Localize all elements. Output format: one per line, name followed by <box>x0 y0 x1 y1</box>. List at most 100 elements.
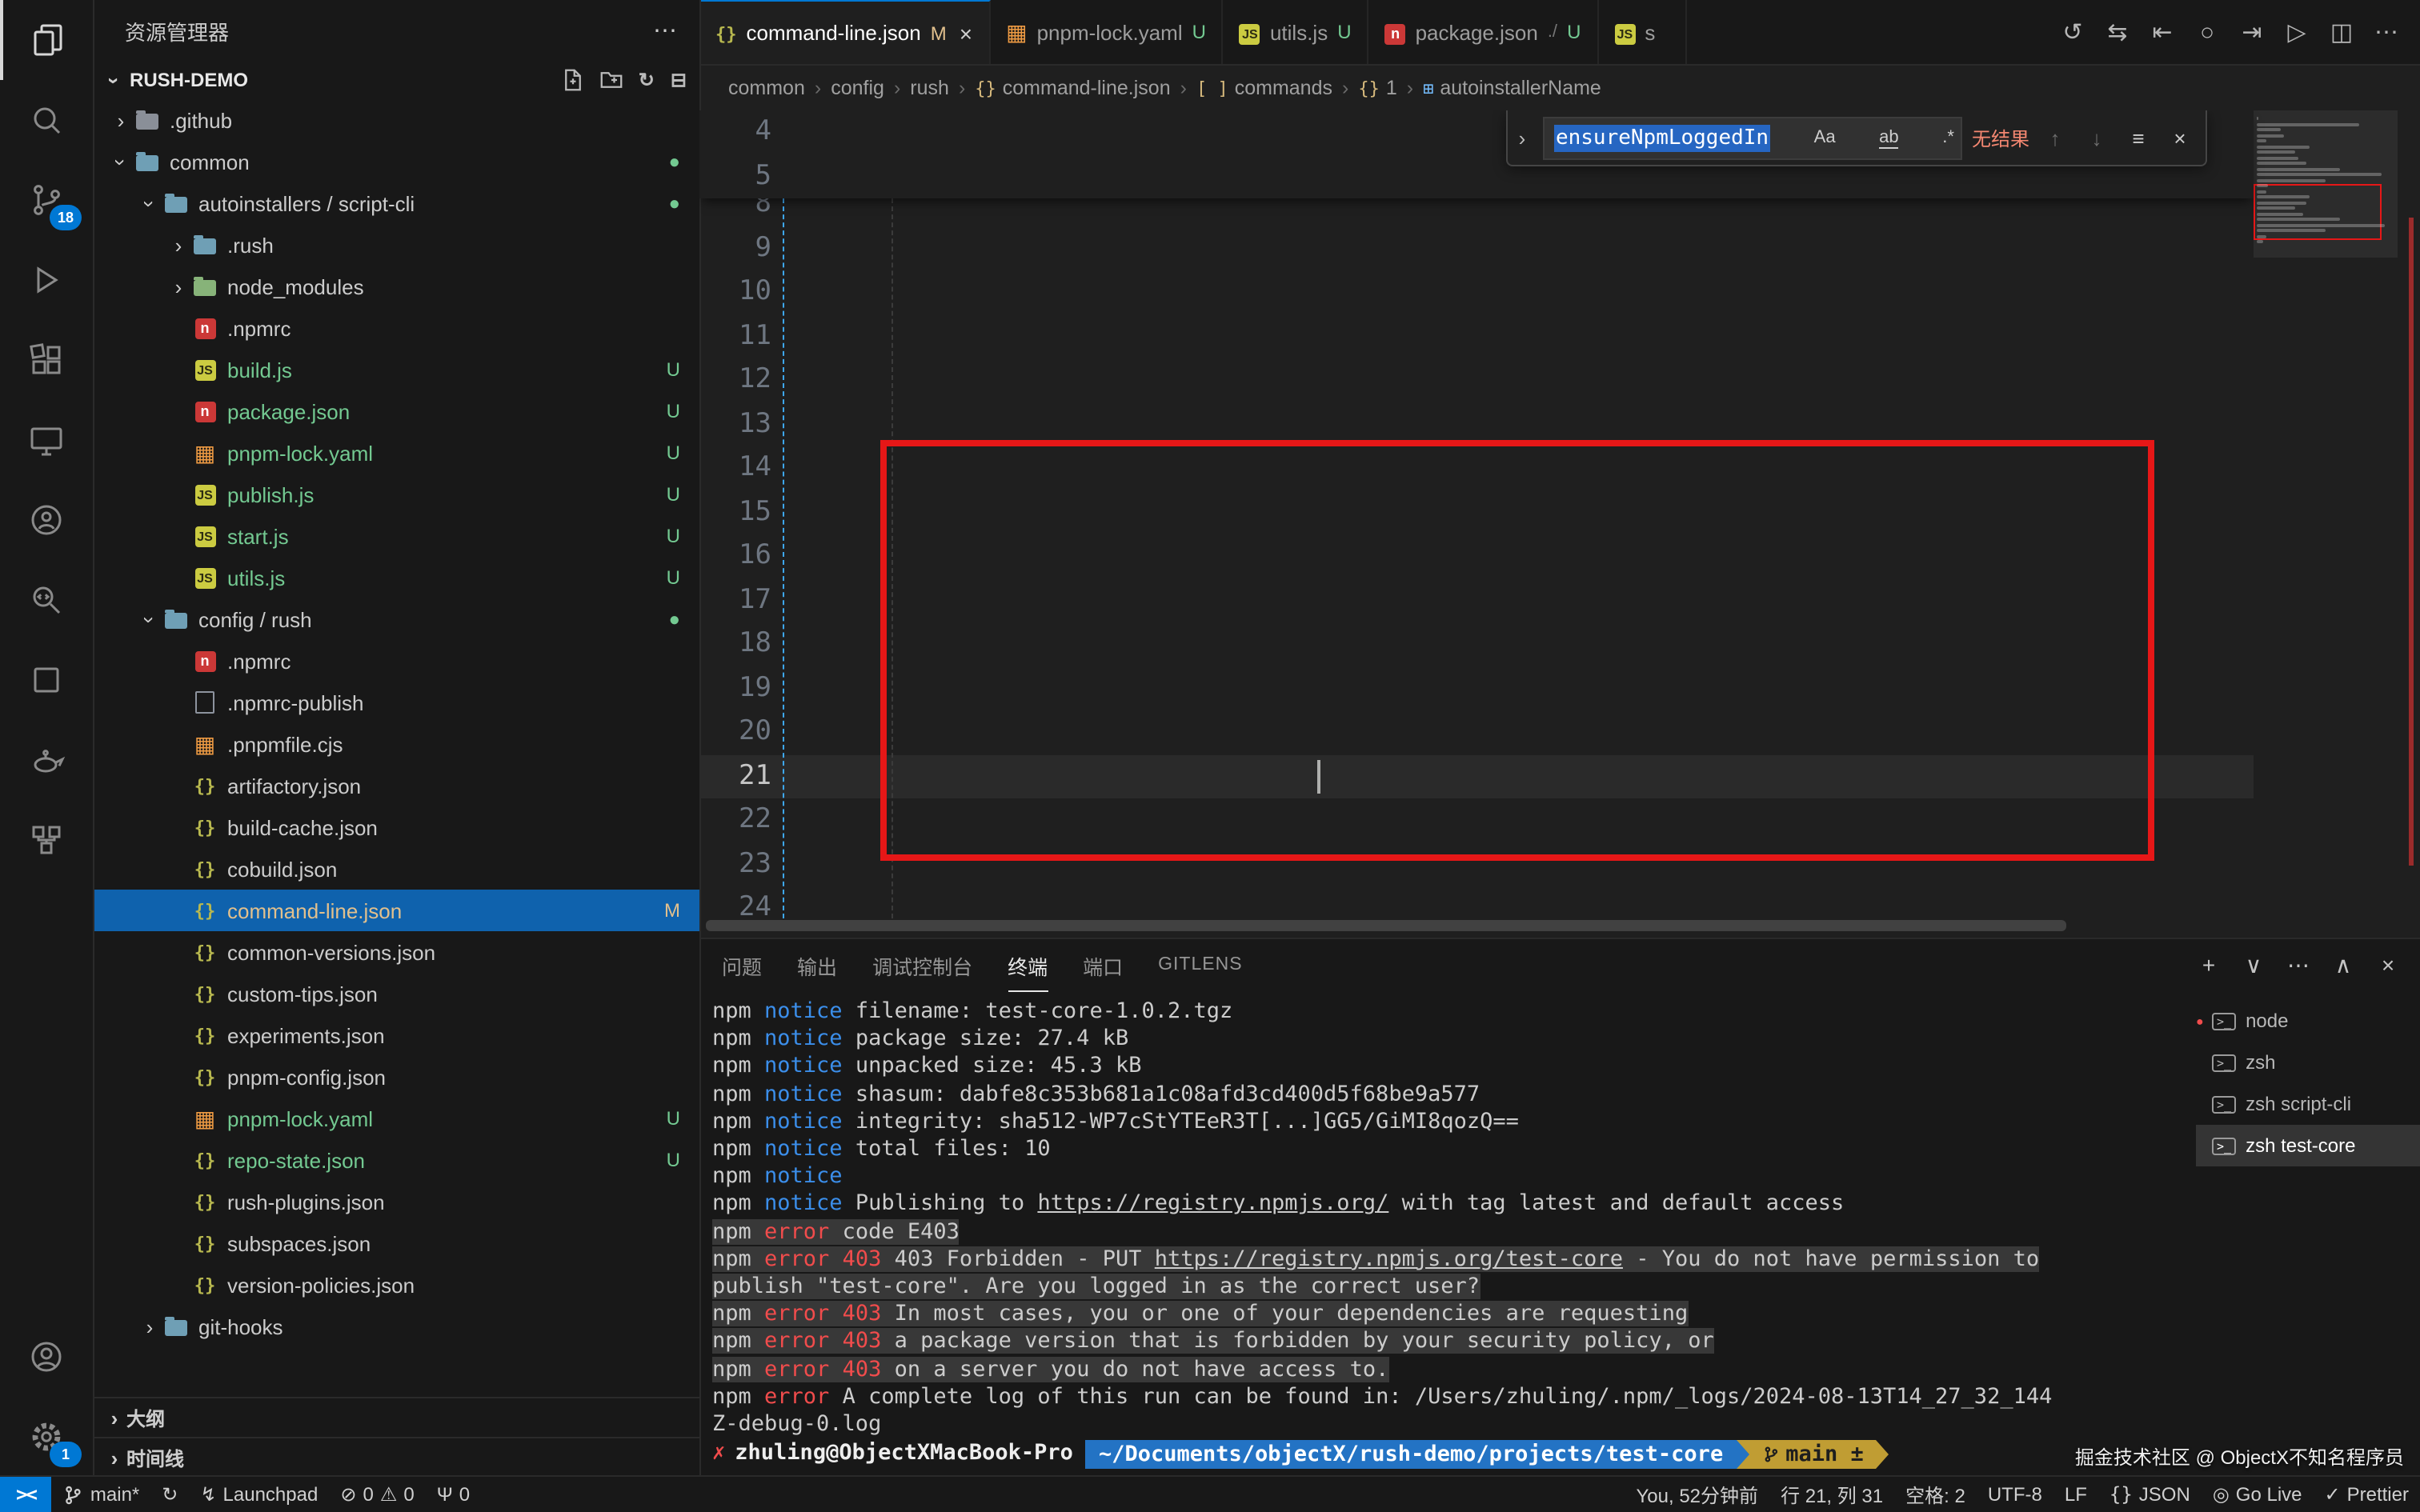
tree-item[interactable]: ›node_modules <box>93 266 699 307</box>
match-case-icon[interactable]: Aa <box>1814 128 1836 147</box>
maximize-panel-icon[interactable]: ∧ <box>2324 951 2362 978</box>
branch-indicator[interactable]: main* <box>52 1477 150 1512</box>
sidebar-more-icon[interactable]: ⋯ <box>653 16 677 45</box>
tree-item[interactable]: {}cobuild.json <box>93 848 699 890</box>
cursor-position[interactable]: 行 21, 列 31 <box>1769 1477 1894 1512</box>
panel-tab-GITLENS[interactable]: GITLENS <box>1158 939 1242 992</box>
tree-item[interactable]: ›.rush <box>93 224 699 266</box>
tree-item[interactable]: JSpublish.jsU <box>93 474 699 515</box>
tree-item[interactable]: JSutils.jsU <box>93 557 699 598</box>
move-left-icon[interactable]: ⇤ <box>2142 18 2183 46</box>
terminal-session-zsh test-core[interactable]: >_zsh test-core <box>2196 1125 2420 1166</box>
tree-item[interactable]: {}pnpm-config.json <box>93 1056 699 1098</box>
remote-indicator[interactable]: >< <box>0 1477 52 1512</box>
find-in-selection-icon[interactable]: ≡ <box>2122 126 2154 150</box>
tree-item[interactable]: ▦pnpm-lock.yamlU <box>93 1098 699 1139</box>
split-editor-icon[interactable]: ◫ <box>2321 18 2362 46</box>
problems-item[interactable]: ⊘ 0 ⚠ 0 <box>329 1477 425 1512</box>
go-live-button[interactable]: ◎ Go Live <box>2202 1477 2314 1512</box>
timeline-section-header[interactable]: › 时间线 <box>93 1437 699 1477</box>
git-compare-icon[interactable]: ⇆ <box>2097 18 2138 46</box>
tree-item[interactable]: n.npmrc <box>93 640 699 682</box>
panel-tab-问题[interactable]: 问题 <box>722 939 762 992</box>
tree-item[interactable]: {}common-versions.json <box>93 931 699 973</box>
breadcrumb-item[interactable]: [ ]commands <box>1196 77 1332 99</box>
tree-item[interactable]: ▦.pnpmfile.cjs <box>93 723 699 765</box>
remote-explorer-icon[interactable] <box>0 400 93 480</box>
outline-section-header[interactable]: › 大纲 <box>93 1397 699 1437</box>
tab-utils.js[interactable]: JSutils.jsU <box>1224 0 1369 64</box>
terminal-session-zsh script-cli[interactable]: >_zsh script-cli <box>2196 1083 2420 1125</box>
tree-item[interactable]: {}command-line.jsonM <box>93 890 699 931</box>
breadcrumb-item[interactable]: {}1 <box>1358 77 1396 99</box>
tree-item[interactable]: JSbuild.jsU <box>93 349 699 390</box>
tree-item[interactable]: {}subspaces.json <box>93 1222 699 1264</box>
regex-icon[interactable]: .* <box>1942 128 1954 147</box>
indentation-status[interactable]: 空格: 2 <box>1894 1477 1977 1512</box>
tree-item[interactable]: JSstart.jsU <box>93 515 699 557</box>
tree-item[interactable]: {}build-cache.json <box>93 806 699 848</box>
panel-tab-端口[interactable]: 端口 <box>1083 939 1123 992</box>
live-share-icon[interactable] <box>0 480 93 560</box>
tree-item[interactable]: n.npmrc <box>93 307 699 349</box>
tree-item[interactable]: {}artifactory.json <box>93 765 699 806</box>
tree-item[interactable]: {}repo-state.jsonU <box>93 1139 699 1181</box>
tree-item[interactable]: ›config / rush● <box>93 598 699 640</box>
tab-s[interactable]: JSs <box>1598 0 1686 64</box>
tab-pnpm-lock.yaml[interactable]: ▦pnpm-lock.yamlU <box>990 0 1224 64</box>
new-terminal-icon[interactable]: + <box>2190 951 2228 978</box>
encoding-status[interactable]: UTF-8 <box>1977 1477 2053 1512</box>
find-next-icon[interactable]: ↓ <box>2081 126 2113 150</box>
minimap[interactable] <box>2254 110 2398 915</box>
accounts-icon[interactable] <box>0 1317 93 1397</box>
tree-item[interactable]: ▦pnpm-lock.yamlU <box>93 432 699 474</box>
move-right-icon[interactable]: ⇥ <box>2231 18 2273 46</box>
terminal-output[interactable]: npm notice filename: test-core-1.0.2.tgz… <box>699 990 2196 1480</box>
extensions-icon[interactable] <box>0 320 93 400</box>
breadcrumb-item[interactable]: common <box>728 77 805 99</box>
source-control-icon[interactable]: 18 <box>0 160 93 240</box>
tree-item[interactable]: ›autoinstallers / script-cli● <box>93 182 699 224</box>
tree-item[interactable]: .npmrc-publish <box>93 682 699 723</box>
horizontal-scrollbar[interactable] <box>706 920 2066 931</box>
search-icon[interactable] <box>0 80 93 160</box>
sync-icon[interactable]: ↻ <box>150 1477 189 1512</box>
ports-item[interactable]: Ψ 0 <box>426 1477 481 1512</box>
run-file-icon[interactable]: ▷ <box>2276 18 2318 46</box>
eol-status[interactable]: LF <box>2053 1477 2098 1512</box>
more-actions-icon[interactable]: ⋯ <box>2366 18 2407 46</box>
close-panel-icon[interactable]: × <box>2369 951 2407 978</box>
project-section-header[interactable]: › RUSH-DEMO ↻ ⊟ <box>93 61 699 99</box>
tab-package.json[interactable]: npackage.json./U <box>1369 0 1599 64</box>
search-editor-icon[interactable] <box>0 560 93 640</box>
toggle-replace-icon[interactable]: › <box>1511 126 1533 150</box>
panel-tab-输出[interactable]: 输出 <box>797 939 837 992</box>
tree-item[interactable]: npackage.jsonU <box>93 390 699 432</box>
live-preview-icon[interactable] <box>0 640 93 720</box>
terminal-session-node[interactable]: ●>_node <box>2196 1000 2420 1042</box>
panel-tab-调试控制台[interactable]: 调试控制台 <box>872 939 972 992</box>
whole-word-icon[interactable]: ab <box>1879 127 1899 148</box>
breadcrumb-item[interactable]: {}command-line.json <box>975 77 1170 99</box>
tree-item[interactable]: ›git-hooks <box>93 1306 699 1347</box>
prettier-status[interactable]: ✓ Prettier <box>2314 1477 2420 1512</box>
explorer-icon[interactable] <box>0 0 93 80</box>
breadcrumb-item[interactable]: config <box>831 77 884 99</box>
launchpad-item[interactable]: ↯ Launchpad <box>189 1477 329 1512</box>
terminal-dropdown-icon[interactable]: ∨ <box>2234 951 2273 978</box>
tree-item[interactable]: {}rush-plugins.json <box>93 1181 699 1222</box>
run-debug-icon[interactable] <box>0 240 93 320</box>
code-editor[interactable]: 89101112131415161718192021222324 45 › en… <box>699 110 2420 938</box>
genie-lamp-icon[interactable] <box>0 720 93 800</box>
tree-item[interactable]: ›common● <box>93 141 699 182</box>
panel-more-icon[interactable]: ⋯ <box>2279 951 2318 978</box>
project-structure-icon[interactable] <box>0 800 93 880</box>
breadcrumb-item[interactable]: rush <box>910 77 949 99</box>
settings-gear-icon[interactable]: 1 <box>0 1397 93 1477</box>
close-find-icon[interactable]: × <box>2164 126 2196 150</box>
find-previous-icon[interactable]: ↑ <box>2039 126 2071 150</box>
find-input[interactable]: ensureNpmLoggedIn Aa ab .* <box>1543 116 1962 159</box>
refresh-icon[interactable]: ↻ <box>639 69 655 91</box>
new-file-icon[interactable] <box>562 69 584 91</box>
tab-command-line.json[interactable]: {}command-line.jsonM× <box>699 0 990 64</box>
